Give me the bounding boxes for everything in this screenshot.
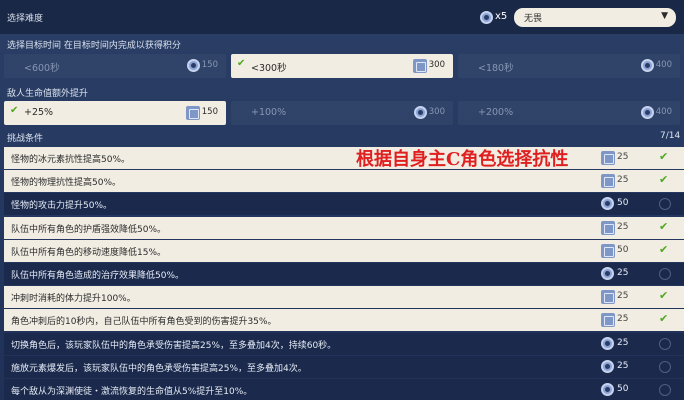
difficulty-multiplier: x5 (495, 11, 508, 22)
points-gear-icon (414, 106, 427, 119)
challenge-row[interactable]: 队伍中所有角色的移动速度降低15%。 50 ✔ (4, 239, 684, 262)
challenge-points: 25 (617, 314, 629, 325)
time-option-points: 400 (655, 60, 672, 70)
enemy-option-0[interactable]: ✔ +25% 150 (4, 101, 226, 125)
time-option-label: <300秒 (251, 63, 287, 74)
gear-icon (480, 11, 493, 24)
points-square-icon (601, 313, 615, 328)
unchecked-circle-icon[interactable] (659, 337, 671, 350)
time-option-2[interactable]: <180秒 400 (458, 54, 680, 78)
enemy-option-label: +200% (478, 107, 514, 118)
challenge-row[interactable]: 怪物的物理抗性提高50%。 25 ✔ (4, 170, 684, 193)
time-option-label: <600秒 (24, 63, 60, 74)
points-gear-icon (601, 336, 614, 350)
challenge-row[interactable]: 怪物的冰元素抗性提高50%。 25 ✔ (4, 147, 684, 169)
challenge-points: 25 (617, 152, 629, 162)
checkmark-icon[interactable]: ✔ (659, 243, 673, 257)
points-gear-icon (641, 59, 654, 72)
time-option-points: 300 (428, 60, 445, 70)
points-gear-icon (641, 106, 654, 119)
points-square-icon (601, 151, 615, 165)
challenge-row[interactable]: 怪物的攻击力提升50%。 50 (4, 193, 684, 216)
challenge-row[interactable]: 队伍中所有角色的护盾强效降低50%。 25 ✔ (4, 216, 684, 239)
points-gear-icon (601, 383, 614, 396)
points-square-icon (601, 174, 615, 189)
annotation-text: 根据自身主C角色选择抗性 (356, 149, 569, 170)
challenge-row[interactable]: 冲刺时消耗的体力提升100%。 25 ✔ (4, 286, 684, 309)
challenge-row[interactable]: 切换角色后，该玩家队伍中的角色承受伤害提高25%，至多叠加4次，持续60秒。 25 (4, 332, 684, 355)
challenge-row[interactable]: 每个敌从为深渊使徒・激流恢复的生命值从5%提升至10%。 50 (4, 379, 684, 400)
enemy-option-2[interactable]: +200% 400 (458, 101, 680, 125)
challenge-points: 50 (617, 244, 629, 255)
checkmark-icon: ✔ (10, 105, 19, 116)
points-square-icon (601, 290, 615, 305)
points-gear-icon (601, 267, 614, 280)
enemy-option-1[interactable]: +100% 300 (231, 101, 453, 125)
challenge-text: 切换角色后，该玩家队伍中的角色承受伤害提高25%，至多叠加4次，持续60秒。 (11, 340, 337, 351)
challenges-count: 7/14 (660, 131, 681, 141)
checkmark-icon[interactable]: ✔ (659, 289, 673, 303)
time-section-label: 选择目标时间 在目标时间内完成以获得积分 (7, 41, 181, 51)
challenge-text: 冲刺时消耗的体力提升100%。 (11, 294, 136, 305)
checkmark-icon[interactable]: ✔ (659, 173, 673, 187)
points-square-icon (601, 220, 615, 235)
checkmark-icon[interactable]: ✔ (659, 150, 673, 164)
enemy-section-label: 敌人生命值额外提升 (7, 89, 89, 99)
challenge-points: 25 (617, 291, 629, 302)
points-gear-icon (187, 59, 200, 72)
checkmark-icon: ✔ (237, 58, 246, 69)
unchecked-circle-icon[interactable] (659, 384, 671, 396)
challenge-text: 队伍中所有角色造成的治疗效果降低50%。 (11, 271, 185, 281)
difficulty-select[interactable]: 无畏 ▼ (514, 8, 676, 27)
challenge-text: 怪物的冰元素抗性提高50%。 (11, 155, 131, 165)
enemy-option-label: +25% (24, 107, 54, 118)
enemy-option-points: 300 (428, 107, 445, 117)
unchecked-circle-icon[interactable] (659, 268, 671, 280)
time-option-label: <180秒 (478, 63, 514, 74)
challenge-row[interactable]: 施放元素爆发后，该玩家队伍中的角色承受伤害提高25%，至多叠加4次。 25 (4, 355, 684, 378)
unchecked-circle-icon[interactable] (659, 360, 671, 373)
time-option-0[interactable]: <600秒 150 (4, 54, 226, 78)
challenge-points: 50 (617, 384, 629, 394)
checkmark-icon[interactable]: ✔ (659, 312, 673, 326)
points-square-icon (186, 106, 200, 120)
difficulty-select-value: 无畏 (524, 14, 543, 24)
challenge-points: 25 (617, 268, 629, 278)
enemy-option-label: +100% (251, 107, 287, 118)
points-square-icon (413, 59, 427, 73)
points-gear-icon (601, 197, 614, 211)
difficulty-label: 选择难度 (7, 14, 44, 24)
challenge-text: 怪物的攻击力提升50%。 (11, 201, 113, 212)
challenge-text: 施放元素爆发后，该玩家队伍中的角色承受伤害提高25%，至多叠加4次。 (11, 363, 307, 374)
checkmark-icon[interactable]: ✔ (659, 220, 673, 234)
challenge-text: 角色冲刺后的10秒内，自己队伍中所有角色受到的伤害提升35%。 (11, 317, 277, 328)
unchecked-circle-icon[interactable] (659, 198, 671, 211)
points-gear-icon (601, 359, 614, 373)
challenge-text: 每个敌从为深渊使徒・激流恢复的生命值从5%提升至10%。 (11, 387, 253, 397)
challenge-points: 25 (617, 221, 629, 232)
challenges-section-label: 挑战条件 (7, 134, 44, 144)
challenge-row[interactable]: 角色冲刺后的10秒内，自己队伍中所有角色受到的伤害提升35%。 25 ✔ (4, 309, 684, 332)
challenge-points: 50 (617, 198, 629, 209)
enemy-option-points: 400 (655, 107, 672, 117)
challenge-text: 队伍中所有角色的移动速度降低15%。 (11, 247, 167, 258)
enemy-option-points: 150 (201, 107, 218, 117)
points-square-icon (601, 243, 615, 258)
challenge-text: 怪物的物理抗性提高50%。 (11, 178, 122, 189)
challenge-row[interactable]: 队伍中所有角色造成的治疗效果降低50%。 25 (4, 263, 684, 285)
time-option-1[interactable]: ✔ <300秒 300 (231, 54, 453, 78)
challenge-points: 25 (617, 175, 629, 186)
challenge-points: 25 (617, 337, 629, 348)
time-option-points: 150 (201, 60, 218, 70)
chevron-down-icon: ▼ (661, 11, 668, 21)
challenge-text: 队伍中所有角色的护盾强效降低50%。 (11, 224, 167, 235)
challenge-points: 25 (617, 360, 629, 371)
